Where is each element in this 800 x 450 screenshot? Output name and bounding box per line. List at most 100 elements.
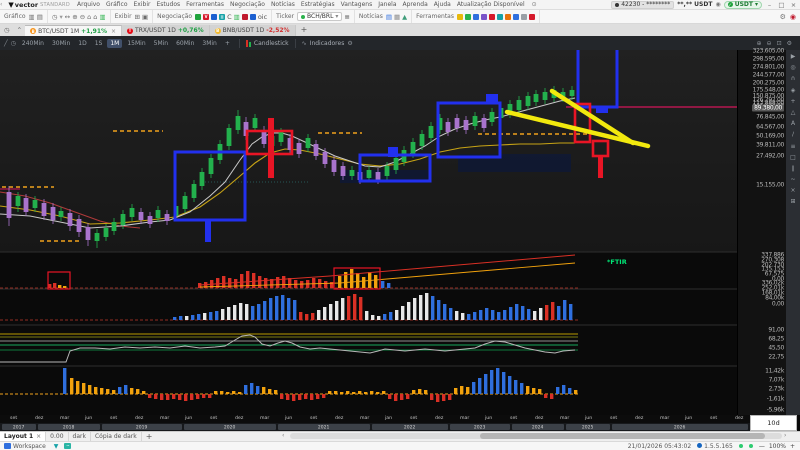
toolbar-icon[interactable]: ▥ [29, 13, 35, 21]
parallel-channel-icon[interactable]: ∥ [792, 165, 795, 172]
menu-ferramentas[interactable]: Ferramentas [186, 1, 224, 8]
year-band-2019[interactable]: 2019 [102, 424, 182, 430]
timeframe-30min[interactable]: 30Min [49, 39, 73, 48]
menu-estrate-gias[interactable]: Estratégias [301, 1, 335, 8]
layout-tab-co-pia-de-dark[interactable]: Cópia de dark [91, 432, 142, 441]
scrollbar-thumb[interactable] [480, 433, 765, 439]
toolbar-icon[interactable]: ▾ [60, 13, 63, 21]
toolbar-action-icon[interactable] [521, 14, 527, 20]
menu-ajuda[interactable]: Ajuda [434, 1, 451, 8]
toolbar-action-icon[interactable] [457, 14, 463, 20]
trendline-icon[interactable]: ∕ [792, 131, 794, 138]
toolbar-action-icon[interactable] [242, 14, 248, 20]
add-icon[interactable]: + [790, 98, 795, 105]
timeframe-60min[interactable]: 60Min [173, 39, 197, 48]
search-icon[interactable]: ⊙ [532, 1, 537, 8]
toolbar-icon[interactable]: ≣ [344, 13, 349, 21]
toolbar-icon[interactable]: ⌂ [93, 13, 97, 21]
maximize-button[interactable]: □ [777, 1, 786, 9]
toolbar-action-icon[interactable] [465, 14, 471, 20]
rectangle-tool-icon[interactable]: □ [790, 154, 796, 161]
indicators-button[interactable]: Indicadores [310, 40, 345, 47]
history-icon[interactable]: ◷ [4, 26, 10, 34]
scroll-right-icon[interactable]: › [784, 432, 786, 439]
toolbar-action-icon[interactable] [513, 14, 519, 20]
year-band-2020[interactable]: 2020 [184, 424, 276, 430]
collapse-tabs-icon[interactable]: ⌃ [17, 26, 22, 34]
text-tool-icon[interactable]: A [791, 120, 795, 127]
timeframe-1d[interactable]: 1D [75, 39, 89, 48]
measure-icon[interactable]: △ [791, 109, 796, 116]
toolbar-icon[interactable]: ⌂ [87, 13, 91, 21]
ticker-select[interactable]: BCH/BRL▾ [297, 12, 342, 21]
timeframe-5min[interactable]: 5Min [151, 39, 171, 48]
close-icon[interactable]: × [36, 433, 41, 440]
year-band-2023[interactable]: 2023 [450, 424, 510, 430]
close-icon[interactable]: × [111, 28, 116, 35]
gear-icon[interactable]: ⚙ [347, 40, 352, 47]
grid-icon[interactable]: ⊞ [790, 198, 795, 205]
menu-noti-cias[interactable]: Notícias [271, 1, 295, 8]
timeframe-1s[interactable]: 1S [92, 39, 106, 48]
menu-janela[interactable]: Janela [378, 1, 396, 8]
toolbar-action-icon[interactable] [473, 14, 479, 20]
widget-icon[interactable]: ~ [64, 443, 71, 449]
chart-tool-icon[interactable]: ⊡ [777, 40, 782, 47]
menu-estudos[interactable]: Estudos [156, 1, 180, 8]
wave-icon[interactable]: ~ [790, 176, 795, 183]
toolbar-action-icon[interactable] [497, 14, 503, 20]
hline-icon[interactable]: ≡ [790, 143, 795, 150]
toolbar-icon[interactable]: ◷ [52, 13, 58, 21]
time-axis-months[interactable]: setdezmarjunsetdezmarjunsetdezmarjunsetd… [0, 415, 750, 423]
add-layout-button[interactable]: + [146, 432, 153, 441]
menu-gra-fico[interactable]: Gráfico [106, 1, 128, 8]
timeframe-240min[interactable]: 240Min [19, 39, 47, 48]
workspace-button[interactable]: Workspace [4, 443, 46, 450]
toolbar-icon[interactable]: ⊞ [135, 13, 140, 21]
settings-gear-icon[interactable]: ⚙ [780, 13, 786, 21]
toolbar-action-icon[interactable]: V [203, 14, 209, 20]
toolbar-icon[interactable]: ▤ [37, 13, 43, 21]
layout-tab-layout-1[interactable]: Layout 1× [0, 432, 46, 441]
profile-icon[interactable]: ◉ [790, 13, 796, 21]
filter-icon[interactable]: ▼ [54, 443, 59, 450]
zoom-in-button[interactable]: + [790, 443, 795, 450]
toolbar-action-icon[interactable]: ≣ [219, 14, 225, 20]
crosshair-icon[interactable]: ◎ [790, 64, 795, 71]
menu-negociac-a-o[interactable]: Negociação [230, 1, 265, 8]
year-band-2026[interactable]: 2026 [612, 424, 748, 430]
minimize-button[interactable]: – [765, 1, 774, 9]
toolbar-icon[interactable]: ▦ [394, 13, 400, 21]
toolbar-icon[interactable]: ↔ [65, 13, 70, 21]
toolbar-action-icon[interactable] [481, 14, 487, 20]
range-10d-button[interactable]: 10d [750, 415, 797, 431]
close-button[interactable]: × [789, 1, 798, 9]
price-axis[interactable]: 323.605,00298.595,00274.801,00244.577,00… [737, 50, 786, 415]
menu-aprenda[interactable]: Aprenda [403, 1, 428, 8]
timeframe-1m[interactable]: 1M [107, 39, 122, 48]
main-chart-canvas[interactable]: *FTIR [0, 50, 737, 415]
add-tab-button[interactable]: + [301, 25, 308, 34]
toolbar-icon[interactable]: ▣ [142, 13, 148, 21]
chart-tool-icon[interactable]: ⚙ [787, 40, 792, 47]
toolbar-action-icon[interactable] [529, 14, 535, 20]
cursor-icon[interactable]: ▶ [791, 53, 796, 60]
currency-badge[interactable]: ✓USDT▾ [724, 1, 762, 9]
layout-tab-dark[interactable]: dark [69, 432, 91, 441]
zoom-out-button[interactable]: — [759, 443, 765, 450]
layout-tab-0-00[interactable]: 0.00 [46, 432, 68, 441]
scroll-left-icon[interactable]: ‹ [282, 432, 284, 439]
chart-tool-icon[interactable]: ⊕ [757, 40, 762, 47]
toolbar-action-icon[interactable] [489, 14, 495, 20]
chart-type-button[interactable]: Candlestick [254, 40, 289, 47]
drawing-tools-column[interactable]: ▶◎∩◈+△A∕≡□∥~×⊞ [786, 50, 800, 415]
timeframe--[interactable]: + [222, 39, 233, 48]
draw-icon[interactable]: ╱ [4, 40, 8, 47]
toolbar-action-icon[interactable] [211, 14, 217, 20]
chart-tab-bnb-usdt[interactable]: BBNB/USDT 1D-2,52% [210, 25, 296, 36]
toolbar-action-icon[interactable] [195, 14, 201, 20]
menu-atualizac-a-o-disponi-vel[interactable]: Atualização Disponível [457, 1, 525, 8]
year-band-2024[interactable]: 2024 [512, 424, 564, 430]
year-band-2025[interactable]: 2025 [566, 424, 610, 430]
timeframe-3min[interactable]: 3Min [199, 39, 219, 48]
